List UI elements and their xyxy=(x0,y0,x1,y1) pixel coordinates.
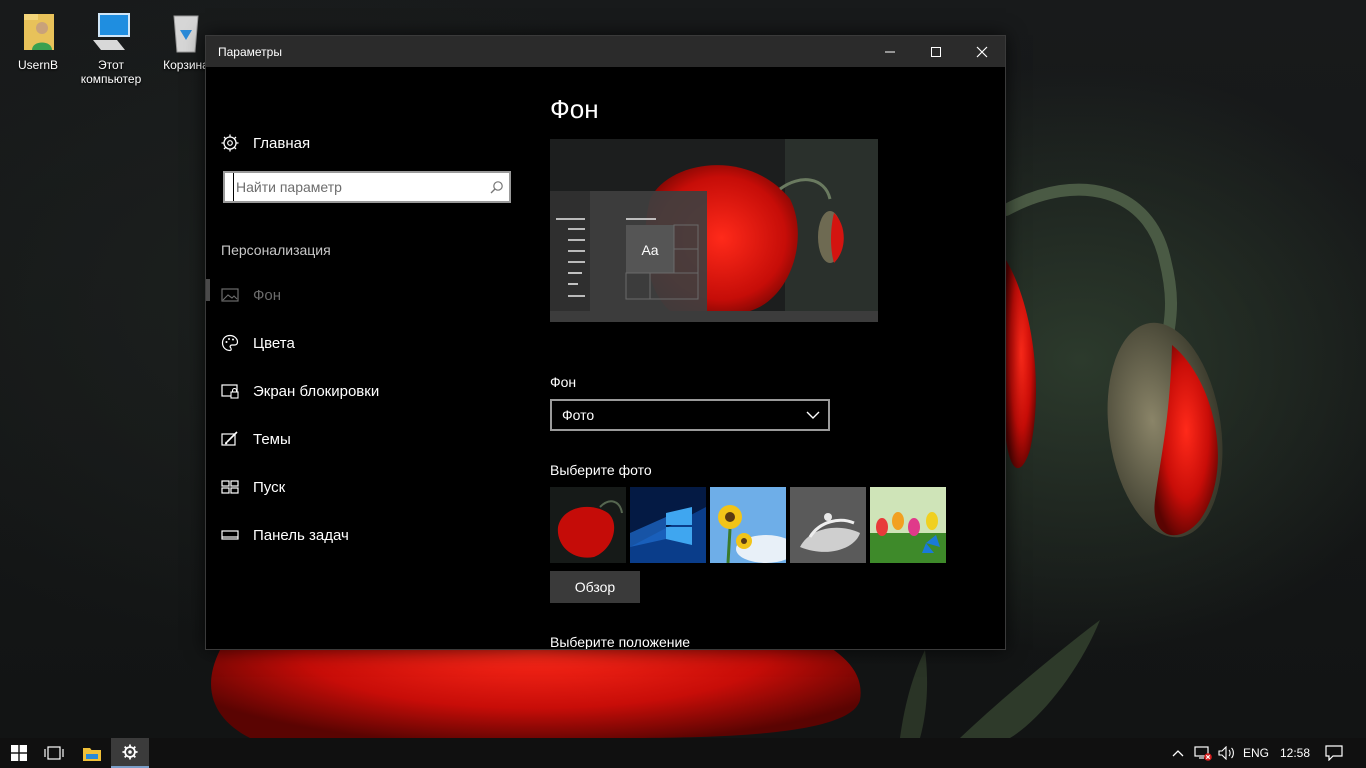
nav-item-start[interactable]: Пуск xyxy=(221,475,285,499)
search-box[interactable] xyxy=(223,171,511,203)
start-button[interactable] xyxy=(0,738,38,768)
nav-item-colors[interactable]: Цвета xyxy=(221,331,295,355)
background-type-value: Фото xyxy=(562,407,595,423)
user-folder-icon xyxy=(24,14,54,50)
nav-item-label: Темы xyxy=(253,430,291,448)
thumbnail-poppy[interactable] xyxy=(550,487,626,563)
title-bar[interactable]: Параметры xyxy=(206,36,1005,67)
content-pane: Фон Aa Фон Фото Выберите фото Обзор Выбе… xyxy=(550,67,1005,650)
gear-icon xyxy=(221,134,239,152)
task-view-icon xyxy=(44,746,64,760)
page-title: Фон xyxy=(550,94,599,124)
close-button[interactable] xyxy=(959,36,1005,67)
nav-item-label: Панель задач xyxy=(253,526,349,544)
recycle-bin-icon xyxy=(173,15,199,53)
start-icon xyxy=(221,478,239,496)
search-input[interactable] xyxy=(233,173,485,201)
maximize-button[interactable] xyxy=(913,36,959,67)
palette-icon xyxy=(221,334,239,352)
desktop-icon-label: Этот компьютер xyxy=(80,58,142,86)
background-type-label: Фон xyxy=(550,374,577,390)
speaker-icon xyxy=(1218,746,1234,760)
desktop-icon-this-pc[interactable]: Этот компьютер xyxy=(73,10,149,86)
notification-icon xyxy=(1325,745,1343,761)
choose-photo-label: Выберите фото xyxy=(550,462,652,478)
thumbnail-sunflower[interactable] xyxy=(710,487,786,563)
desktop-icon-user[interactable]: UsernB xyxy=(0,10,76,72)
photo-thumbnails xyxy=(550,487,946,563)
minimize-button[interactable] xyxy=(867,36,913,67)
show-hidden-icons-button[interactable] xyxy=(1170,738,1186,768)
computer-icon xyxy=(93,13,130,50)
taskbar-icon xyxy=(221,526,239,544)
background-type-select[interactable]: Фото xyxy=(550,399,830,431)
maximize-icon xyxy=(931,46,941,57)
action-center-button[interactable] xyxy=(1322,738,1346,768)
nav-home-label: Главная xyxy=(253,134,311,152)
choose-position-label: Выберите положение xyxy=(550,634,691,650)
gear-icon xyxy=(122,744,138,760)
windows-logo-icon xyxy=(11,745,27,761)
lock-screen-icon xyxy=(221,382,239,400)
network-disconnected-icon xyxy=(1194,746,1212,761)
input-language-indicator[interactable]: ENG xyxy=(1243,738,1269,768)
network-button[interactable] xyxy=(1192,738,1214,768)
folder-icon xyxy=(83,747,101,761)
background-preview: Aa xyxy=(550,139,878,322)
clock[interactable]: 12:58 xyxy=(1280,738,1310,768)
browse-button[interactable]: Обзор xyxy=(550,571,640,603)
desktop-icon-label: UsernB xyxy=(17,58,58,72)
nav-item-background[interactable]: Фон xyxy=(221,283,281,307)
chevron-up-icon xyxy=(1172,750,1184,757)
active-indicator xyxy=(206,279,210,301)
nav-item-label: Цвета xyxy=(253,334,295,352)
nav-item-lock-screen[interactable]: Экран блокировки xyxy=(221,379,379,403)
themes-icon xyxy=(221,430,239,448)
nav-item-label: Фон xyxy=(253,286,282,304)
nav-item-label: Пуск xyxy=(253,478,286,496)
nav-item-themes[interactable]: Темы xyxy=(221,427,291,451)
nav-item-taskbar[interactable]: Панель задач xyxy=(221,523,349,547)
preview-sample-text: Aa xyxy=(641,242,658,258)
chevron-down-icon xyxy=(806,411,820,419)
close-icon xyxy=(976,46,988,57)
search-icon[interactable] xyxy=(485,180,509,194)
thumbnail-white-flower[interactable] xyxy=(790,487,866,563)
settings-window: Параметры Главная Персонализация xyxy=(205,35,1006,650)
task-view-button[interactable] xyxy=(35,738,73,768)
settings-nav: Главная Персонализация Фон Цвета xyxy=(206,67,526,649)
minimize-icon xyxy=(885,51,895,52)
desktop-icon-label: Корзина xyxy=(163,58,209,72)
nav-home[interactable]: Главная xyxy=(221,131,310,155)
section-header: Персонализация xyxy=(221,242,331,258)
nav-item-label: Экран блокировки xyxy=(253,382,380,400)
window-title: Параметры xyxy=(218,44,282,59)
thumbnail-tulips-butterfly[interactable] xyxy=(870,487,946,563)
settings-taskbar-button[interactable] xyxy=(111,738,149,768)
taskbar: ENG 12:58 xyxy=(0,738,1366,768)
picture-icon xyxy=(221,286,239,304)
file-explorer-button[interactable] xyxy=(73,738,111,768)
thumbnail-windows-logo[interactable] xyxy=(630,487,706,563)
volume-button[interactable] xyxy=(1216,738,1238,768)
